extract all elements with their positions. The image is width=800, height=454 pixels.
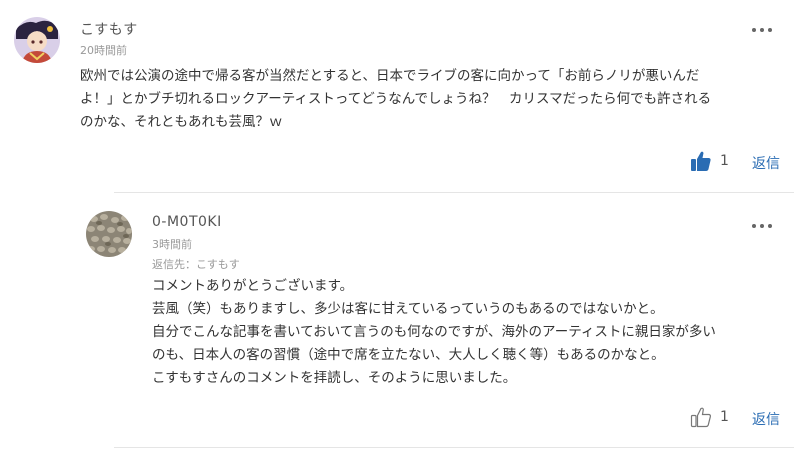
more-dot-icon <box>760 28 764 32</box>
more-dot-icon <box>752 28 756 32</box>
like-button[interactable]: 1 <box>690 406 729 428</box>
divider <box>114 447 794 448</box>
username[interactable]: 0-M0T0KI <box>152 214 222 230</box>
more-dot-icon <box>760 224 764 228</box>
comment-body-line: のかな、それともあれも芸風？ｗ <box>80 114 283 130</box>
reply-body-line: のも、日本人の客の習慣（途中で席を立たない、大人しく聴く等）もあるのかなと。 <box>152 347 665 363</box>
comment-body-line: よ！」とかブチ切れるロックアーティストってどうなんでしょうね？ カリスマだったら… <box>80 91 712 107</box>
reply-body: コメントありがとうございます。 芸風（笑）もありますし、多少は客に甘えているって… <box>152 275 792 390</box>
thumbs-up-icon <box>690 150 712 172</box>
reply-body-line: 自分でこんな記事を書いておいて言うのも何なのですが、海外のアーティストに親日家が… <box>152 324 716 340</box>
more-dot-icon <box>768 224 772 228</box>
more-options-button[interactable] <box>752 24 776 36</box>
reply-body-line: こすもすさんのコメントを拝読し、そのように思いました。 <box>152 370 517 386</box>
more-options-button[interactable] <box>752 220 776 232</box>
reply-body-line: 芸風（笑）もありますし、多少は客に甘えているっていうのもあるのではないかと。 <box>152 301 664 317</box>
username[interactable]: こすもす <box>80 19 138 39</box>
timestamp: 20時間前 <box>80 44 127 57</box>
reply-button[interactable]: 返信 <box>752 409 780 429</box>
thumbs-up-icon <box>690 406 712 428</box>
reply-button[interactable]: 返信 <box>752 153 780 173</box>
like-count: 1 <box>720 153 729 169</box>
avatar[interactable] <box>14 17 60 63</box>
reply-body-line: コメントありがとうございます。 <box>152 278 354 294</box>
like-button[interactable]: 1 <box>690 150 729 172</box>
comment-body: 欧州では公演の途中で帰る客が当然だとすると、日本でライブの客に向かって「お前らノ… <box>80 65 785 134</box>
comment-body-line: 欧州では公演の途中で帰る客が当然だとすると、日本でライブの客に向かって「お前らノ… <box>80 68 700 84</box>
divider <box>114 192 794 193</box>
avatar[interactable] <box>86 211 132 257</box>
more-dot-icon <box>752 224 756 228</box>
timestamp: 3時間前 <box>152 238 192 251</box>
reply-to-label[interactable]: 返信先：こすもす <box>152 256 240 272</box>
like-count: 1 <box>720 409 729 425</box>
more-dot-icon <box>768 28 772 32</box>
